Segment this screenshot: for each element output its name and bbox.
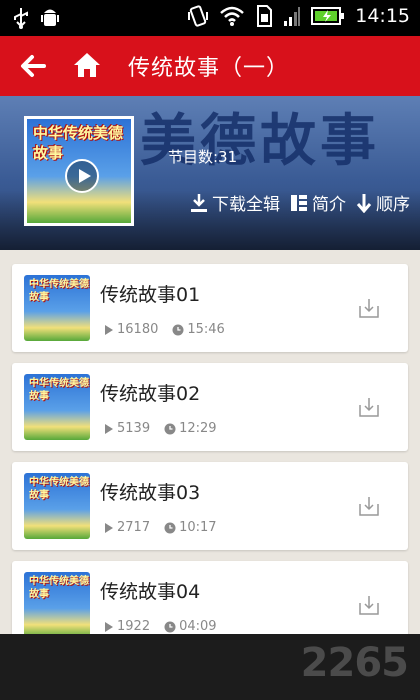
- watermark-logo: 2265: [300, 640, 409, 686]
- clock-icon: [172, 324, 184, 335]
- play-count: 1922: [117, 619, 151, 634]
- play-count-icon: [105, 522, 113, 533]
- thumbnail-title: 中华传统美德故事: [29, 279, 89, 303]
- download-icon: [191, 193, 207, 212]
- list-icon: [291, 194, 307, 211]
- home-icon[interactable]: [72, 50, 102, 80]
- download-icon[interactable]: [358, 297, 380, 319]
- android-debug-icon: [41, 9, 59, 26]
- duration: 12:29: [179, 421, 217, 436]
- play-count-icon: [105, 324, 113, 335]
- episode-thumbnail: 中华传统美德故事: [24, 572, 90, 638]
- episode-meta: 1922 04:09: [104, 619, 217, 634]
- episode-title: 传统故事03: [100, 482, 201, 504]
- album-cover[interactable]: 中华传统美德故事: [24, 116, 134, 226]
- clock-icon: [164, 522, 176, 533]
- download-all-button[interactable]: 下载全辑: [190, 190, 280, 215]
- list-item[interactable]: 中华传统美德故事 传统故事03 2717 10:17: [12, 462, 408, 550]
- download-icon[interactable]: [358, 396, 380, 418]
- play-count: 2717: [117, 520, 151, 535]
- status-time: 14:15: [355, 5, 410, 27]
- status-bar: 14:15: [0, 0, 420, 36]
- intro-button[interactable]: 简介: [290, 190, 346, 215]
- episode-thumbnail: 中华传统美德故事: [24, 275, 90, 341]
- download-all-label: 下载全辑: [212, 195, 280, 215]
- bottom-bar: 2265: [0, 634, 420, 700]
- episode-thumbnail: 中华传统美德故事: [24, 473, 90, 539]
- play-icon[interactable]: [65, 159, 99, 193]
- list-item[interactable]: 中华传统美德故事 传统故事02 5139 12:29: [12, 363, 408, 451]
- download-icon[interactable]: [358, 495, 380, 517]
- thumbnail-title: 中华传统美德故事: [29, 477, 89, 501]
- episode-title: 传统故事02: [100, 383, 201, 405]
- app-bar: 传统故事（一）: [0, 36, 420, 96]
- sim-icon: [257, 5, 273, 27]
- page-title: 传统故事（一）: [128, 56, 290, 81]
- play-count: 16180: [117, 322, 159, 337]
- episode-meta: 2717 10:17: [104, 520, 217, 535]
- cover-title: 中华传统美德故事: [33, 124, 124, 162]
- album-actions: 下载全辑 简介 顺序: [190, 190, 410, 215]
- duration: 10:17: [179, 520, 217, 535]
- usb-icon: [14, 8, 28, 29]
- episode-meta: 5139 12:29: [104, 421, 217, 436]
- signal-icon: [284, 7, 301, 26]
- download-icon[interactable]: [358, 594, 380, 616]
- episode-title: 传统故事01: [100, 284, 201, 306]
- sort-order-label: 顺序: [376, 195, 410, 215]
- thumbnail-title: 中华传统美德故事: [29, 576, 89, 600]
- clock-icon: [164, 621, 176, 632]
- play-count: 5139: [117, 421, 151, 436]
- program-count: 节目数:31: [168, 148, 238, 166]
- duration: 15:46: [187, 322, 225, 337]
- episode-meta: 16180 15:46: [104, 322, 225, 337]
- battery-icon: [311, 7, 345, 25]
- list-item[interactable]: 中华传统美德故事 传统故事01 16180 15:46: [12, 264, 408, 352]
- episode-thumbnail: 中华传统美德故事: [24, 374, 90, 440]
- clock-icon: [164, 423, 176, 434]
- duration: 04:09: [179, 619, 217, 634]
- play-count-icon: [105, 621, 113, 632]
- vibrate-icon: [188, 5, 209, 27]
- play-count-icon: [105, 423, 113, 434]
- episode-title: 传统故事04: [100, 581, 201, 603]
- episode-list: 中华传统美德故事 传统故事01 16180 15:46 中华传统美德故事 传统故…: [12, 264, 408, 660]
- back-arrow-icon[interactable]: [18, 51, 48, 81]
- thumbnail-title: 中华传统美德故事: [29, 378, 89, 402]
- intro-label: 简介: [312, 195, 346, 215]
- sort-order-button[interactable]: 顺序: [356, 190, 410, 215]
- wifi-icon: [220, 6, 245, 26]
- arrow-down-icon: [356, 193, 372, 213]
